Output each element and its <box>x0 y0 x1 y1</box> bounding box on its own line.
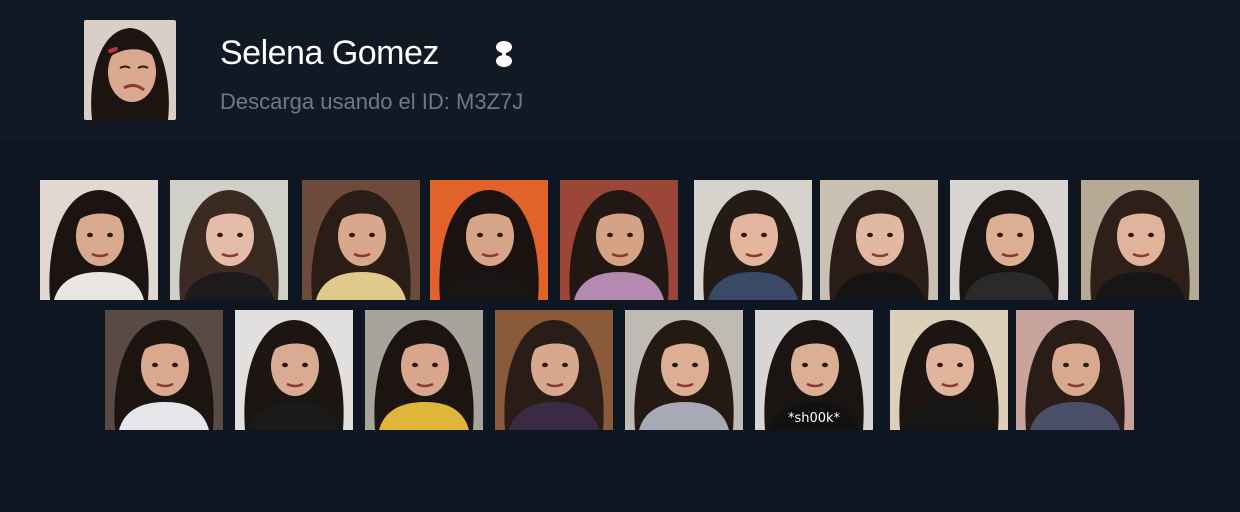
pack-header: Selena Gomez Descarga usando el ID: M3Z7… <box>0 0 1240 140</box>
sticker-item[interactable] <box>890 310 1008 430</box>
sticker-image <box>950 180 1068 300</box>
sticker-item[interactable] <box>302 180 420 300</box>
sticker-item[interactable] <box>495 310 613 430</box>
sticker-image <box>1081 180 1199 300</box>
sticker-item[interactable] <box>430 180 548 300</box>
pack-avatar[interactable] <box>84 20 176 120</box>
pack-title: Selena Gomez <box>220 34 439 72</box>
sticker-grid: *sh00k* <box>0 140 1240 512</box>
sticker-image <box>890 310 1008 430</box>
sticker-item[interactable] <box>170 180 288 300</box>
sticker-image <box>170 180 288 300</box>
sticker-item[interactable] <box>560 180 678 300</box>
sticker-image <box>105 310 223 430</box>
trophy-icon <box>493 40 515 68</box>
sticker-image <box>495 310 613 430</box>
pack-id-text: Descarga usando el ID: M3Z7J <box>220 89 524 114</box>
sticker-image <box>1016 310 1134 430</box>
sticker-item[interactable] <box>40 180 158 300</box>
sticker-caption: *sh00k* <box>787 411 841 426</box>
avatar-image <box>84 20 176 120</box>
sticker-image <box>694 180 812 300</box>
sticker-item[interactable] <box>820 180 938 300</box>
sticker-item[interactable] <box>235 310 353 430</box>
sticker-item[interactable] <box>1016 310 1134 430</box>
sticker-image <box>302 180 420 300</box>
sticker-item[interactable] <box>1081 180 1199 300</box>
sticker-item[interactable]: *sh00k* <box>755 310 873 430</box>
sticker-item[interactable] <box>625 310 743 430</box>
sticker-image <box>365 310 483 430</box>
sticker-item[interactable] <box>365 310 483 430</box>
sticker-image <box>625 310 743 430</box>
sticker-pack-page: Selena Gomez Descarga usando el ID: M3Z7… <box>0 0 1240 512</box>
sticker-image <box>40 180 158 300</box>
sticker-image <box>235 310 353 430</box>
sticker-item[interactable] <box>105 310 223 430</box>
sticker-image <box>430 180 548 300</box>
sticker-item[interactable] <box>694 180 812 300</box>
sticker-image <box>820 180 938 300</box>
sticker-item[interactable] <box>950 180 1068 300</box>
sticker-image <box>560 180 678 300</box>
